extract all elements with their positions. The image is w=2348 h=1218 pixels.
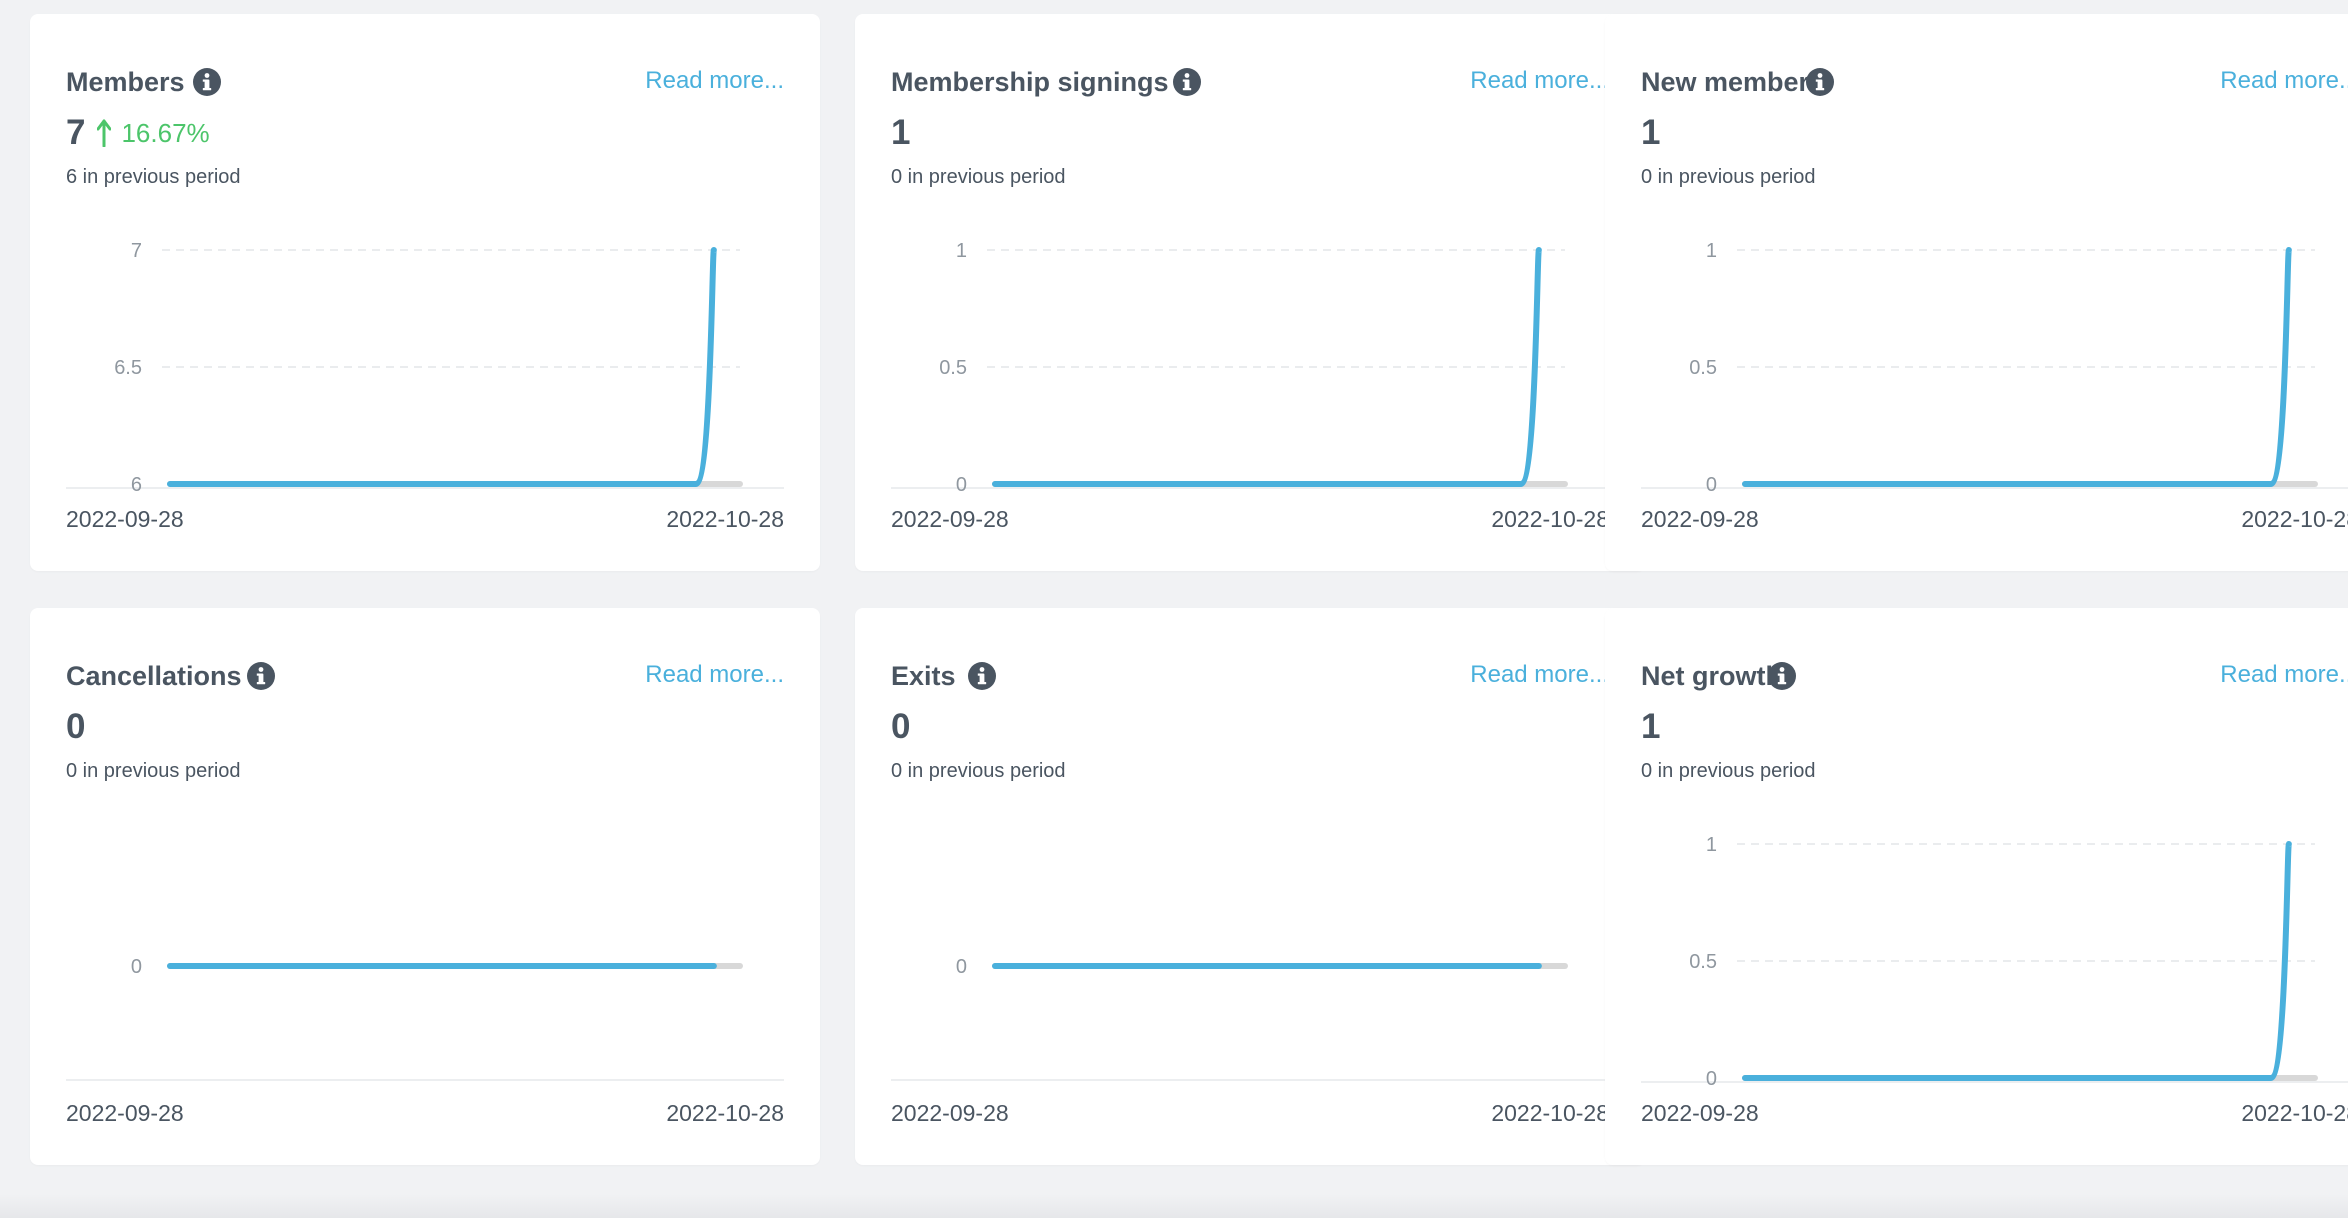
line-chart: 00.51 [891,240,1609,496]
date-end-label: 2022-10-28 [2241,506,2348,532]
y-tick-label: 0.5 [1689,357,1717,379]
y-tick-label: 0 [956,474,967,496]
y-tick-label: 6.5 [114,357,142,379]
y-tick-label: 1 [1706,240,1717,262]
y-tick-label: 0 [956,956,967,978]
date-start-label: 2022-09-28 [891,1100,1009,1126]
line-chart: 0 [66,956,784,1081]
y-tick-label: 7 [131,240,142,262]
metric-card: Cancellations Read more... 0 0 in previous … [30,608,820,1165]
metric-card: Membership signings Read more... 1 0 in pre… [855,14,1645,571]
date-end-label: 2022-10-28 [1491,506,1609,532]
metric-card: Exits Read more... 0 0 in previous period 0 2… [855,608,1645,1165]
date-end-label: 2022-10-28 [666,506,784,532]
date-start-label: 2022-09-28 [1641,506,1759,532]
date-end-label: 2022-10-28 [666,1100,784,1126]
y-tick-label: 0 [1706,474,1717,496]
date-start-label: 2022-09-28 [891,506,1009,532]
line-chart: 00.51 [1641,240,2348,496]
date-start-label: 2022-09-28 [66,1100,184,1126]
y-tick-label: 0.5 [939,357,967,379]
metric-card: New members Read more... 1 0 in previous pe… [1605,14,2348,571]
metric-card: Members Read more... 7 16.67% 6 in previous … [30,14,820,571]
line-chart: 0 [891,956,1609,1081]
line-chart: 00.51 [1641,834,2348,1090]
metric-card: Net growth Read more... 1 0 in previous per… [1605,608,2348,1165]
y-tick-label: 0 [1706,1068,1717,1090]
y-tick-label: 0 [131,956,142,978]
page-bottom-shadow [0,1194,2348,1218]
date-end-label: 2022-10-28 [2241,1100,2348,1126]
y-tick-label: 0.5 [1689,951,1717,973]
date-end-label: 2022-10-28 [1491,1100,1609,1126]
y-tick-label: 1 [1706,834,1717,856]
y-tick-label: 1 [956,240,967,262]
y-tick-label: 6 [131,474,142,496]
date-start-label: 2022-09-28 [1641,1100,1759,1126]
line-chart: 66.57 [66,240,784,496]
date-start-label: 2022-09-28 [66,506,184,532]
